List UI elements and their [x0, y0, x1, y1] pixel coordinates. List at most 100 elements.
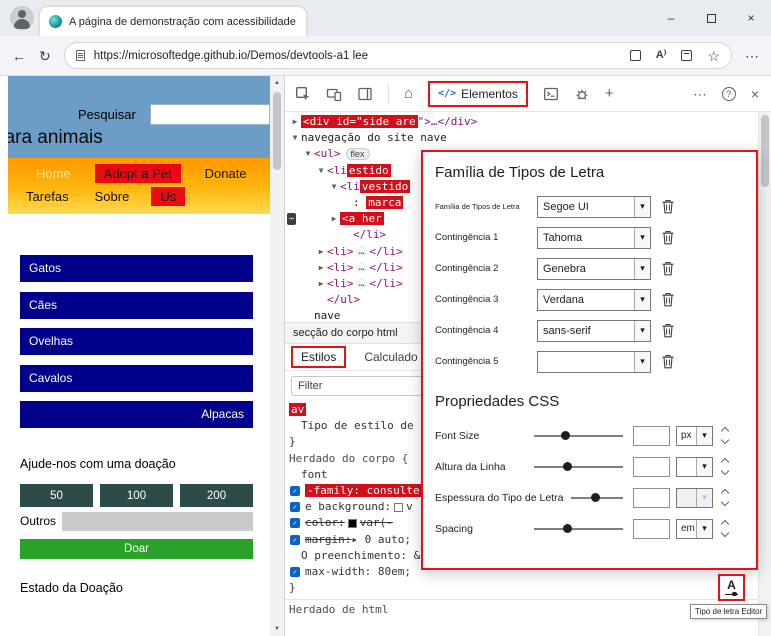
- disclosure-arrow-icon[interactable]: ▶: [315, 260, 327, 276]
- dom-tree-row[interactable]: ▼ navegação do site nave: [285, 130, 758, 146]
- slider-track[interactable]: [534, 523, 623, 533]
- nav-link-home[interactable]: Home: [32, 164, 75, 183]
- back-button[interactable]: ←: [12, 49, 26, 63]
- value-input[interactable]: [633, 425, 670, 446]
- disclosure-arrow-icon[interactable]: ▶: [315, 244, 327, 260]
- property-checkbox[interactable]: ✓: [290, 566, 300, 577]
- font-family-select-conting-ncia-1[interactable]: Tahoma ▾: [537, 226, 651, 249]
- split-screen-icon[interactable]: [629, 50, 641, 61]
- delete-font-button[interactable]: [661, 261, 675, 276]
- delete-font-button[interactable]: [661, 323, 675, 338]
- nav-link-adopt-a-pet[interactable]: Adopt a Pet: [94, 164, 181, 183]
- unit-select[interactable]: ▾: [676, 456, 713, 477]
- stepper-control[interactable]: [719, 488, 731, 508]
- nav-link-us[interactable]: Us: [151, 187, 186, 206]
- slider-thumb[interactable]: [563, 523, 573, 533]
- property-checkbox[interactable]: ✓: [290, 486, 300, 497]
- delete-font-button[interactable]: [661, 292, 675, 307]
- unit-select[interactable]: em ▾: [676, 518, 713, 539]
- devtools-scrollbar[interactable]: [758, 112, 771, 636]
- read-aloud-icon[interactable]: A⁾: [656, 50, 667, 61]
- disclosure-arrow-icon[interactable]: ▶: [289, 114, 301, 130]
- delete-font-button[interactable]: [661, 199, 675, 214]
- slider-track[interactable]: [534, 461, 623, 471]
- tab-elements[interactable]: </> Elementos: [428, 80, 528, 107]
- inspect-icon[interactable]: [295, 86, 311, 102]
- stepper-control[interactable]: [719, 457, 731, 477]
- font-family-select-conting-ncia-2[interactable]: Genebra ▾: [537, 257, 651, 280]
- refresh-button[interactable]: ↻: [39, 49, 51, 63]
- collections-icon[interactable]: [681, 50, 693, 61]
- stepper-control[interactable]: [719, 426, 731, 446]
- dock-side-icon[interactable]: [357, 86, 373, 102]
- stepper-control[interactable]: [719, 519, 731, 539]
- slider-track[interactable]: [571, 492, 623, 502]
- font-editor-button[interactable]: A: [718, 574, 745, 601]
- slider-track[interactable]: [534, 430, 623, 440]
- value-input[interactable]: [633, 487, 670, 508]
- browser-more-icon[interactable]: ⋯: [745, 49, 759, 63]
- console-icon[interactable]: [543, 86, 559, 102]
- disclosure-arrow-icon[interactable]: ▼: [315, 163, 327, 179]
- help-icon[interactable]: ?: [721, 86, 736, 101]
- profile-avatar[interactable]: [10, 6, 34, 30]
- nav-link-donate[interactable]: Donate: [201, 164, 251, 183]
- category-button-ovelhas[interactable]: Ovelhas: [20, 328, 253, 355]
- style-rule-line[interactable]: Herdado de html: [285, 599, 758, 616]
- value-input[interactable]: [633, 456, 670, 477]
- scroll-down-icon[interactable]: ▼: [274, 622, 280, 636]
- scroll-up-icon[interactable]: ▲: [274, 76, 280, 90]
- disclosure-arrow-icon[interactable]: ▼: [289, 130, 301, 146]
- favorites-star-icon[interactable]: ☆: [707, 49, 720, 63]
- add-tab-icon[interactable]: +: [605, 86, 614, 101]
- font-family-select-conting-ncia-3[interactable]: Verdana ▾: [537, 288, 651, 311]
- nav-link-tarefas[interactable]: Tarefas: [22, 187, 73, 206]
- style-rule-line[interactable]: }: [285, 580, 758, 596]
- search-input[interactable]: [150, 104, 270, 125]
- disclosure-arrow-icon[interactable]: ▼: [328, 179, 340, 195]
- font-family-select-conting-ncia-4[interactable]: sans-serif ▾: [537, 319, 651, 342]
- category-button-gatos[interactable]: Gatos: [20, 255, 253, 282]
- amount-button-200[interactable]: 200: [180, 484, 253, 507]
- disclosure-arrow-icon[interactable]: ▼: [302, 146, 314, 162]
- font-family-select-conting-ncia-5[interactable]: ▾: [537, 350, 651, 373]
- page-scrollbar[interactable]: ▲ ▼: [270, 76, 284, 636]
- browser-tab[interactable]: A página de demonstração com acessibilid…: [40, 7, 306, 36]
- devtools-scrollbar-thumb[interactable]: [761, 115, 769, 187]
- close-button[interactable]: ×: [731, 0, 771, 36]
- slider-thumb[interactable]: [591, 492, 601, 502]
- tab-computed[interactable]: Calculado: [364, 350, 417, 364]
- dom-tree-row[interactable]: ▶ <div id="side are ">…</div>: [285, 114, 758, 130]
- devtools-close-icon[interactable]: ×: [751, 87, 759, 101]
- slider-thumb[interactable]: [563, 461, 573, 471]
- value-input[interactable]: [633, 518, 670, 539]
- debugger-bug-icon[interactable]: [574, 86, 590, 102]
- disclosure-arrow-icon[interactable]: ▶: [315, 276, 327, 292]
- other-amount-input[interactable]: [62, 512, 253, 531]
- site-info-icon[interactable]: [75, 50, 85, 61]
- minimize-button[interactable]: –: [651, 0, 691, 36]
- font-family-select-fam-lia-de-tipos-de-letra[interactable]: Segoe UI ▾: [537, 195, 651, 218]
- url-bar[interactable]: https://microsoftedge.github.io/Demos/de…: [63, 42, 732, 69]
- home-icon[interactable]: ⌂: [404, 86, 413, 101]
- maximize-button[interactable]: [691, 0, 731, 36]
- page-scrollbar-thumb[interactable]: [273, 92, 281, 170]
- unit-select[interactable]: ▾: [676, 487, 713, 508]
- amount-button-100[interactable]: 100: [100, 484, 173, 507]
- delete-font-button[interactable]: [661, 230, 675, 245]
- delete-font-button[interactable]: [661, 354, 675, 369]
- nav-link-sobre[interactable]: Sobre: [91, 187, 134, 206]
- property-checkbox[interactable]: ✓: [290, 502, 300, 513]
- category-button-alpacas[interactable]: Alpacas: [20, 401, 253, 428]
- unit-select[interactable]: px ▾: [676, 425, 713, 446]
- property-checkbox[interactable]: ✓: [290, 518, 300, 529]
- tab-styles[interactable]: Estilos: [291, 346, 347, 368]
- property-checkbox[interactable]: ✓: [290, 534, 300, 545]
- device-emulation-icon[interactable]: [326, 86, 342, 102]
- disclosure-arrow-icon[interactable]: ▶: [328, 211, 340, 227]
- donate-button[interactable]: Doar: [20, 539, 253, 559]
- category-button-cavalos[interactable]: Cavalos: [20, 364, 253, 392]
- more-actions-button[interactable]: ⋯: [287, 213, 296, 226]
- devtools-more-icon[interactable]: ⋯: [693, 87, 707, 101]
- amount-button-50[interactable]: 50: [20, 484, 93, 507]
